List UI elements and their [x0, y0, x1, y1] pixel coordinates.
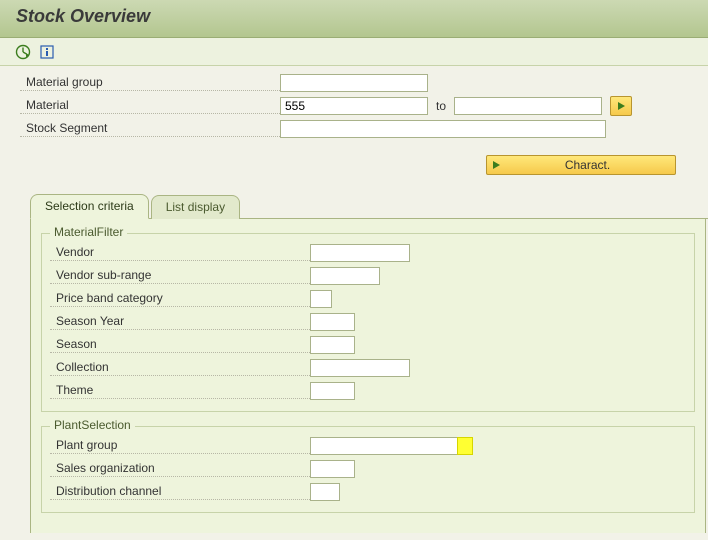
group-plant-selection: PlantSelection Plant group Sales organiz… — [41, 426, 695, 513]
season-year-input[interactable] — [310, 313, 355, 331]
tab-body-selection: MaterialFilter Vendor Vendor sub-range P… — [30, 219, 706, 533]
price-band-category-label: Price band category — [50, 291, 310, 307]
collection-input[interactable] — [310, 359, 410, 377]
sales-org-input[interactable] — [310, 460, 355, 478]
material-group-label: Material group — [20, 75, 280, 91]
material-group-input[interactable] — [280, 74, 428, 92]
stock-segment-label: Stock Segment — [20, 121, 280, 137]
group-title-material-filter: MaterialFilter — [50, 225, 127, 239]
theme-input[interactable] — [310, 382, 355, 400]
arrow-right-icon — [618, 102, 625, 110]
season-input[interactable] — [310, 336, 355, 354]
dist-channel-label: Distribution channel — [50, 484, 310, 500]
dist-channel-input[interactable] — [310, 483, 340, 501]
material-multi-select-button[interactable] — [610, 96, 632, 116]
plant-group-f4-help[interactable] — [457, 437, 473, 455]
material-to-label: to — [436, 99, 446, 113]
info-icon[interactable] — [38, 43, 56, 61]
material-label: Material — [20, 98, 280, 114]
plant-group-input[interactable] — [310, 437, 458, 455]
vendor-sub-range-input[interactable] — [310, 267, 380, 285]
season-label: Season — [50, 337, 310, 353]
tab-selection-criteria[interactable]: Selection criteria — [30, 194, 149, 219]
arrow-right-icon — [493, 161, 500, 169]
charact-button[interactable]: Charact. — [486, 155, 676, 175]
toolbar — [0, 38, 708, 66]
tab-list-display[interactable]: List display — [151, 195, 240, 219]
material-to-input[interactable] — [454, 97, 602, 115]
vendor-label: Vendor — [50, 245, 310, 261]
material-from-input[interactable] — [280, 97, 428, 115]
vendor-input[interactable] — [310, 244, 410, 262]
season-year-label: Season Year — [50, 314, 310, 330]
stock-segment-input[interactable] — [280, 120, 606, 138]
collection-label: Collection — [50, 360, 310, 376]
page-title: Stock Overview — [16, 6, 692, 27]
content-area: Material group Material to Stock Segment… — [0, 66, 708, 533]
price-band-category-input[interactable] — [310, 290, 332, 308]
theme-label: Theme — [50, 383, 310, 399]
group-material-filter: MaterialFilter Vendor Vendor sub-range P… — [41, 233, 695, 412]
group-title-plant-selection: PlantSelection — [50, 418, 135, 432]
sales-org-label: Sales organization — [50, 461, 310, 477]
execute-icon[interactable] — [14, 43, 32, 61]
tabstrip: Selection criteria List display — [30, 193, 708, 219]
charact-button-label: Charact. — [506, 158, 669, 172]
plant-group-label: Plant group — [50, 438, 310, 454]
title-bar: Stock Overview — [0, 0, 708, 38]
vendor-sub-range-label: Vendor sub-range — [50, 268, 310, 284]
